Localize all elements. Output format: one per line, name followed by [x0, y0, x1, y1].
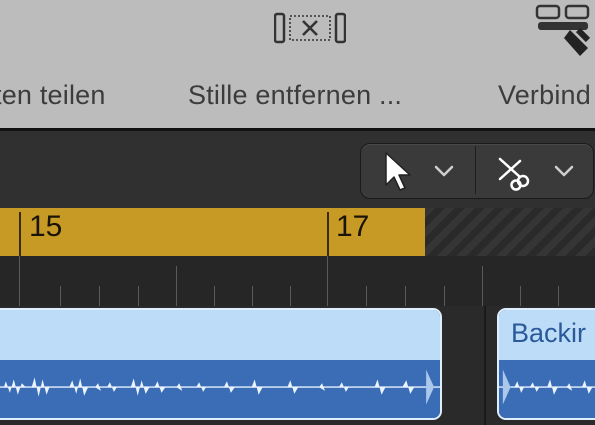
waveform-icon	[0, 369, 440, 405]
track-divider	[484, 306, 486, 425]
scissors-tool-icon	[498, 157, 530, 191]
bar-marker-line	[327, 212, 329, 256]
toolbar-item-split[interactable]: ten teilen	[0, 80, 106, 111]
chevron-down-icon	[554, 165, 574, 177]
chevron-down-icon	[434, 165, 454, 177]
region-waveform	[499, 360, 595, 418]
pointer-tool-icon	[385, 152, 411, 191]
ruler-ticks	[0, 256, 595, 306]
toolbar: ten teilen Stille entfernen ... Verbind	[0, 0, 595, 128]
bar-number: 15	[29, 210, 63, 243]
join-regions-icon[interactable]	[530, 0, 595, 60]
region-header: Backir	[499, 310, 595, 360]
bar-marker-line	[19, 212, 21, 256]
bar-number: 17	[336, 210, 370, 243]
audio-region-backing[interactable]: Backir	[497, 308, 595, 420]
remove-silence-icon[interactable]	[274, 10, 346, 46]
region-header	[0, 310, 440, 360]
scissors-tool-button[interactable]	[478, 143, 588, 197]
waveform-icon	[499, 369, 595, 405]
toolbar-item-join[interactable]: Verbind	[498, 80, 591, 111]
toolbar-item-remove-silence[interactable]: Stille entfernen ...	[188, 80, 402, 111]
audio-region[interactable]	[0, 308, 442, 420]
region-waveform	[0, 360, 440, 418]
region-name: Backir	[511, 318, 587, 348]
pointer-tool-button[interactable]	[372, 143, 472, 197]
ruler-empty-area	[425, 208, 595, 256]
tool-picker-divider	[475, 146, 476, 194]
